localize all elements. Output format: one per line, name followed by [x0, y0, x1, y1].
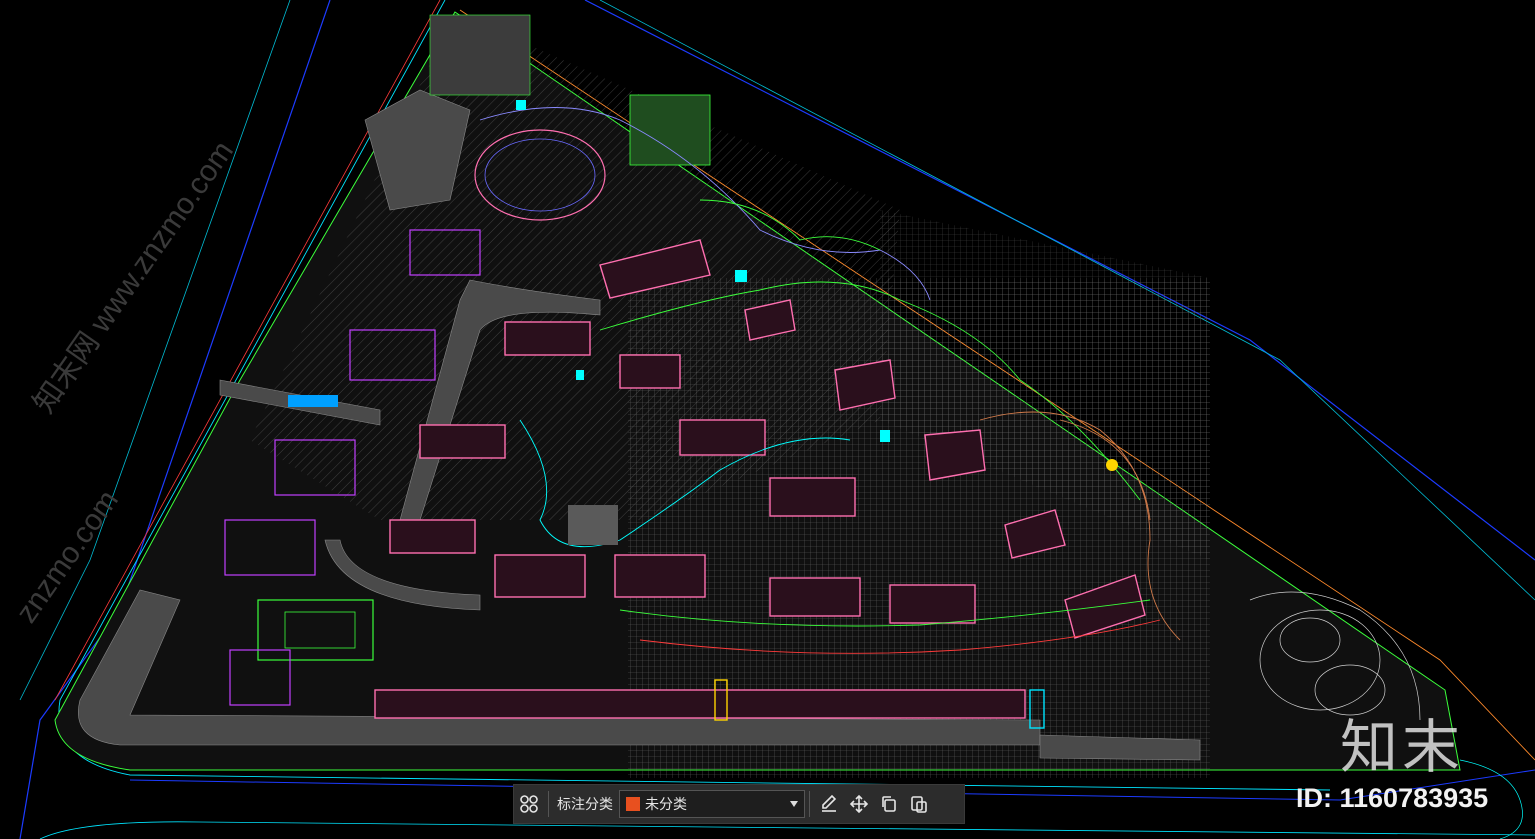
grid-icon[interactable]: [514, 789, 544, 819]
annotation-toolbar: 标注分类 未分类: [513, 784, 965, 824]
edit-icon[interactable]: [814, 789, 844, 819]
watermark-id: ID: 1160783935: [1296, 783, 1489, 813]
toolbar-divider: [548, 791, 549, 817]
category-value: 未分类: [645, 797, 687, 813]
copy-icon[interactable]: [874, 789, 904, 819]
toolbar-divider: [809, 791, 810, 817]
category-select[interactable]: 未分类: [619, 790, 805, 818]
paste-icon[interactable]: [904, 789, 934, 819]
chevron-down-icon: [790, 801, 798, 807]
category-label: 标注分类: [557, 797, 613, 813]
category-color-swatch: [626, 797, 640, 811]
move-icon[interactable]: [844, 789, 874, 819]
watermark-logo: 知末: [1340, 713, 1465, 781]
cad-drawing-canvas[interactable]: [0, 0, 1535, 839]
